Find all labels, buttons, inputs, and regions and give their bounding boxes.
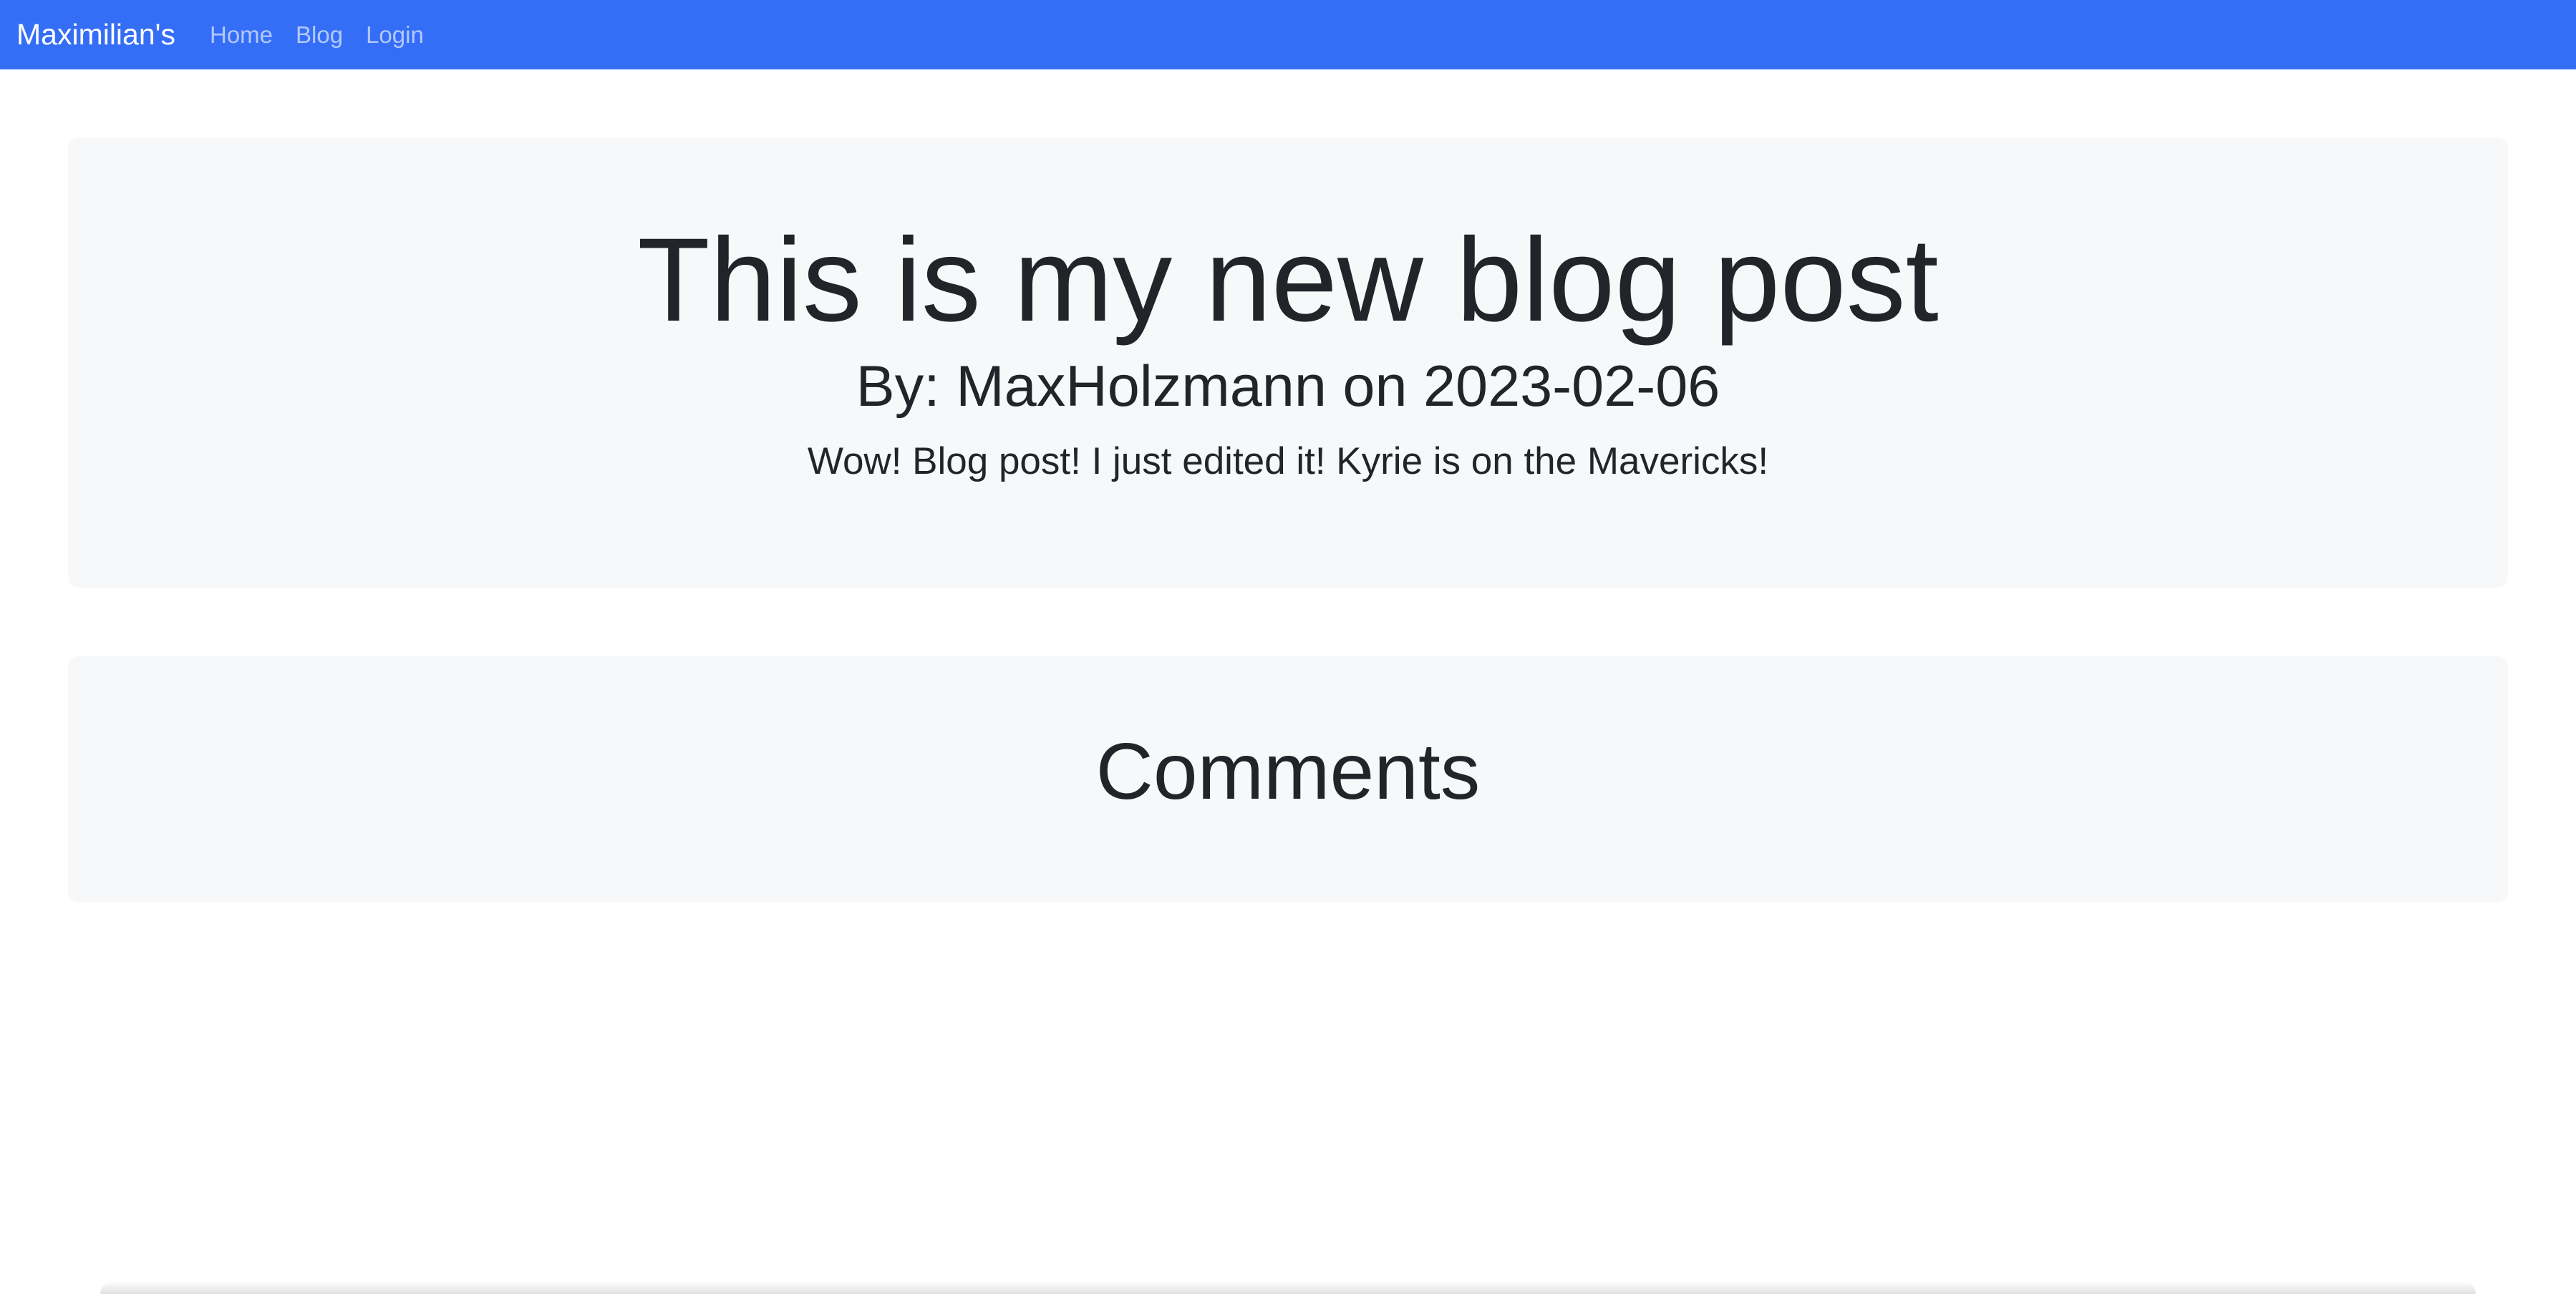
blog-post-panel: This is my new blog post By: MaxHolzmann… <box>68 138 2508 588</box>
nav-link-home[interactable]: Home <box>210 21 273 49</box>
nav-link-blog[interactable]: Blog <box>296 21 343 49</box>
comments-panel: Comments <box>68 656 2508 902</box>
brand-link[interactable]: Maximilian's <box>16 18 175 52</box>
post-body: Wow! Blog post! I just edited it! Kyrie … <box>807 440 1769 482</box>
top-navbar: Maximilian's Home Blog Login <box>0 0 2576 69</box>
bottom-edge-shadow <box>100 1281 2476 1294</box>
post-byline: By: MaxHolzmann on 2023-02-06 <box>856 354 1720 419</box>
nav-link-login[interactable]: Login <box>366 21 424 49</box>
comments-heading: Comments <box>1095 727 1481 816</box>
post-title: This is my new blog post <box>637 214 1939 346</box>
